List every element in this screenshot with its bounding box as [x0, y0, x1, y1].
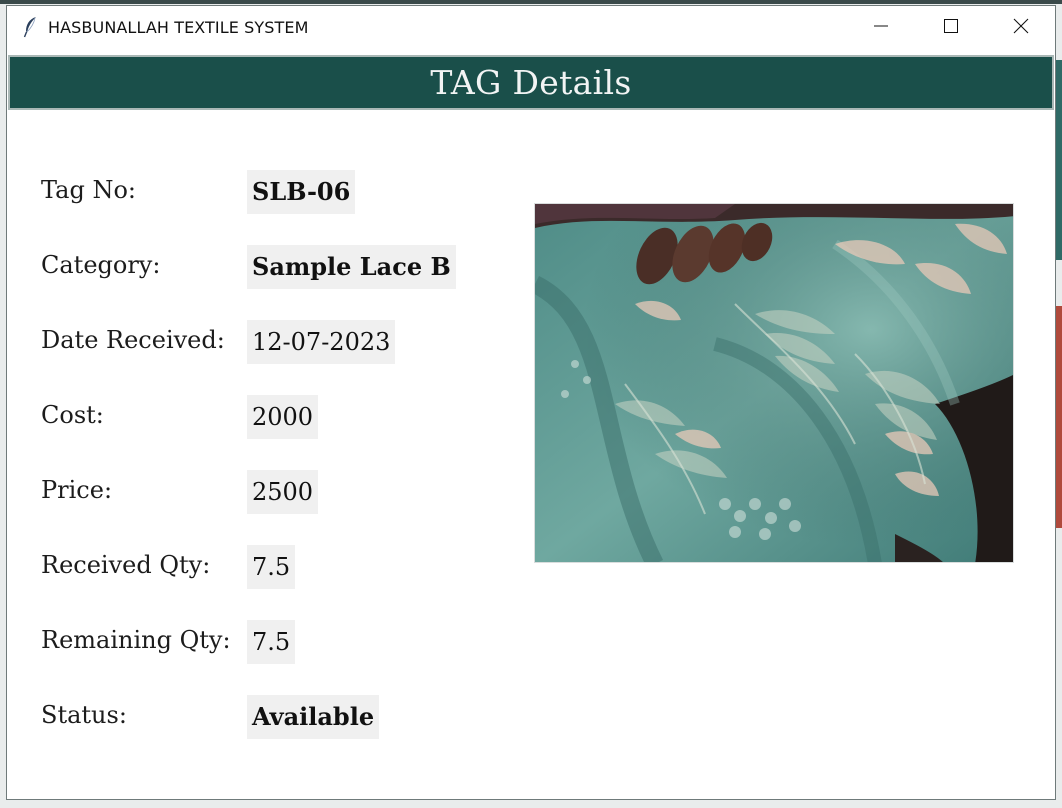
- tag-details-window: HASBUNALLAH TEXTILE SYSTEM TAG Details T…: [6, 5, 1056, 800]
- field-value-tag-no: SLB-06: [247, 170, 356, 214]
- field-label: Date Received:: [41, 326, 225, 354]
- field-label: Received Qty:: [41, 551, 211, 579]
- product-photo: [534, 203, 1014, 563]
- field-label: Status:: [41, 701, 127, 729]
- field-label: Tag No:: [41, 176, 136, 204]
- title-bar[interactable]: HASBUNALLAH TEXTILE SYSTEM: [7, 6, 1055, 50]
- minimize-icon: [873, 18, 889, 38]
- background-window-edge: [1056, 60, 1062, 260]
- close-icon: [1013, 18, 1029, 38]
- maximize-icon: [943, 18, 959, 38]
- page-header: TAG Details: [8, 55, 1054, 110]
- maximize-button[interactable]: [917, 6, 985, 50]
- page-title: TAG Details: [430, 63, 632, 102]
- field-label: Cost:: [41, 401, 104, 429]
- close-button[interactable]: [987, 6, 1055, 50]
- field-label: Price:: [41, 476, 113, 504]
- field-label: Remaining Qty:: [41, 626, 231, 654]
- feather-icon: [23, 16, 39, 38]
- field-value-received-qty: 7.5: [247, 545, 296, 589]
- desktop-background: [0, 0, 1062, 4]
- minimize-button[interactable]: [847, 6, 915, 50]
- window-title: HASBUNALLAH TEXTILE SYSTEM: [48, 18, 309, 37]
- field-value-remaining-qty: 7.5: [247, 620, 296, 664]
- field-value-price: 2500: [247, 470, 319, 514]
- field-value-cost: 2000: [247, 395, 319, 439]
- background-window-edge: [1056, 306, 1062, 528]
- field-value-date-received: 12-07-2023: [247, 320, 396, 364]
- field-value-category: Sample Lace B: [247, 245, 456, 289]
- field-label: Category:: [41, 251, 161, 279]
- field-value-status: Available: [247, 695, 380, 739]
